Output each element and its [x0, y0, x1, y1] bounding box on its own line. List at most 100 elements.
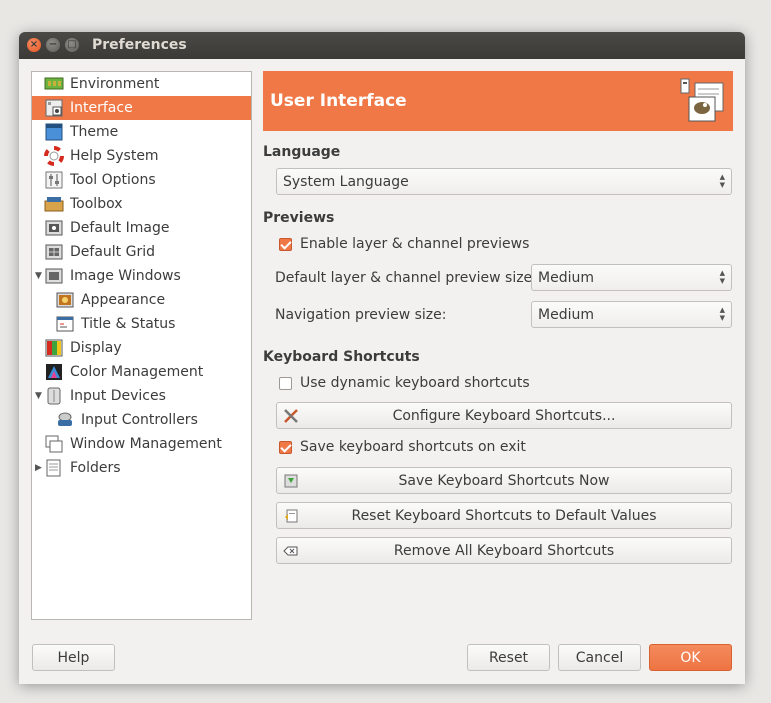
tool-options-icon — [45, 171, 63, 189]
sidebar-item-display[interactable]: Display — [32, 336, 251, 360]
sidebar-item-input-controllers[interactable]: Input Controllers — [32, 408, 251, 432]
reset-icon — [285, 509, 298, 523]
appearance-icon — [56, 292, 74, 308]
collapsed-arrow-icon[interactable]: ▶ — [35, 463, 42, 473]
select-arrows-icon: ▲ ▼ — [719, 173, 725, 189]
sidebar-item-input-devices[interactable]: ▼ Input Devices — [32, 384, 251, 408]
sidebar-item-label: Folders — [70, 460, 121, 476]
sidebar-item-label: Toolbox — [70, 196, 123, 212]
layer-preview-size-value: Medium — [538, 269, 594, 286]
remove-all-shortcuts-button[interactable]: Remove All Keyboard Shortcuts — [276, 537, 732, 564]
layer-preview-size-select[interactable]: Medium ▲ ▼ — [531, 264, 732, 291]
sidebar-item-label: Window Management — [70, 436, 222, 452]
sidebar-item-label: Tool Options — [70, 172, 156, 188]
save-icon — [284, 474, 298, 488]
ok-button[interactable]: OK — [649, 644, 732, 671]
save-shortcuts-now-button[interactable]: Save Keyboard Shortcuts Now — [276, 467, 732, 494]
display-icon — [45, 339, 63, 357]
checkbox-checked-icon[interactable] — [279, 440, 292, 454]
sidebar-item-label: Color Management — [70, 364, 204, 380]
dynamic-shortcuts-checkbox[interactable]: Use dynamic keyboard shortcuts — [279, 375, 530, 391]
reset-button-label: Reset — [488, 649, 529, 666]
help-button-label: Help — [57, 649, 90, 666]
save-on-exit-checkbox[interactable]: Save keyboard shortcuts on exit — [279, 439, 526, 455]
sidebar-item-theme[interactable]: Theme — [32, 120, 251, 144]
language-select-value: System Language — [283, 173, 409, 190]
page-title: User Interface — [270, 91, 407, 111]
sidebar-item-help-system[interactable]: Help System — [32, 144, 251, 168]
layer-preview-size-label: Default layer & channel preview size: — [275, 270, 537, 286]
sidebar-item-label: Appearance — [81, 292, 166, 308]
help-button[interactable]: Help — [32, 644, 115, 671]
sidebar-item-label: Input Controllers — [81, 412, 198, 428]
sidebar-item-title-status[interactable]: Title & Status — [32, 312, 251, 336]
checkbox-unchecked-icon[interactable] — [279, 376, 292, 390]
reset-shortcuts-button[interactable]: Reset Keyboard Shortcuts to Default Valu… — [276, 502, 732, 529]
reset-button[interactable]: Reset — [467, 644, 550, 671]
enable-previews-label: Enable layer & channel previews — [300, 236, 530, 252]
sidebar-item-label: Input Devices — [70, 388, 166, 404]
save-shortcuts-now-label: Save Keyboard Shortcuts Now — [398, 472, 610, 489]
expanded-arrow-icon[interactable]: ▼ — [35, 391, 42, 401]
titlebar[interactable]: × − □ Preferences — [19, 32, 745, 59]
keyboard-shortcuts-section-label: Keyboard Shortcuts — [263, 349, 420, 365]
sidebar-item-label: Environment — [70, 76, 160, 92]
tools-icon — [284, 409, 298, 423]
maximize-button[interactable]: □ — [65, 38, 79, 52]
navigation-preview-size-select[interactable]: Medium ▲ ▼ — [531, 301, 732, 328]
sidebar-item-label: Interface — [70, 100, 133, 116]
close-button[interactable]: × — [27, 38, 41, 52]
language-select[interactable]: System Language ▲ ▼ — [276, 168, 732, 195]
configure-shortcuts-label: Configure Keyboard Shortcuts... — [392, 407, 616, 424]
toolbox-icon — [44, 197, 64, 212]
sidebar-item-appearance[interactable]: Appearance — [32, 288, 251, 312]
sidebar-item-interface[interactable]: Interface — [32, 96, 251, 120]
sidebar-item-tool-options[interactable]: Tool Options — [32, 168, 251, 192]
environment-icon — [44, 77, 64, 90]
clear-icon — [283, 546, 298, 556]
sidebar-item-image-windows[interactable]: ▼ Image Windows — [32, 264, 251, 288]
previews-section-label: Previews — [263, 210, 335, 226]
dynamic-shortcuts-label: Use dynamic keyboard shortcuts — [300, 375, 530, 391]
enable-previews-checkbox[interactable]: Enable layer & channel previews — [279, 236, 529, 252]
title-status-icon — [56, 316, 74, 332]
default-image-icon — [45, 220, 63, 236]
minimize-button[interactable]: − — [46, 38, 60, 52]
sidebar-item-default-image[interactable]: Default Image — [32, 216, 251, 240]
select-arrows-icon: ▲ ▼ — [719, 306, 725, 322]
cancel-button[interactable]: Cancel — [558, 644, 641, 671]
color-management-icon — [46, 364, 62, 380]
sidebar-item-label: Image Windows — [70, 268, 181, 284]
sidebar-item-folders[interactable]: ▶ Folders — [32, 456, 251, 480]
navigation-preview-size-label: Navigation preview size: — [275, 307, 447, 323]
interface-icon — [45, 99, 63, 117]
sidebar-item-label: Help System — [70, 148, 159, 164]
page-header: User Interface — [263, 71, 733, 131]
preferences-dialog: × − □ Preferences Environment Interface … — [19, 32, 745, 684]
expanded-arrow-icon[interactable]: ▼ — [35, 271, 42, 281]
configure-shortcuts-button[interactable]: Configure Keyboard Shortcuts... — [276, 402, 732, 429]
sidebar-item-environment[interactable]: Environment — [32, 72, 251, 96]
sidebar-item-window-management[interactable]: Window Management — [32, 432, 251, 456]
sidebar-item-label: Title & Status — [81, 316, 176, 332]
window-title: Preferences — [92, 37, 187, 53]
reset-shortcuts-label: Reset Keyboard Shortcuts to Default Valu… — [351, 507, 657, 524]
image-windows-icon — [45, 268, 63, 284]
gimp-interface-icon — [680, 78, 724, 122]
input-controllers-icon — [58, 412, 72, 426]
folders-icon — [46, 459, 61, 477]
default-grid-icon — [45, 244, 63, 260]
navigation-preview-size-value: Medium — [538, 306, 594, 323]
save-on-exit-label: Save keyboard shortcuts on exit — [300, 439, 526, 455]
cancel-button-label: Cancel — [575, 649, 624, 666]
sidebar-item-toolbox[interactable]: Toolbox — [32, 192, 251, 216]
sidebar-item-label: Display — [70, 340, 122, 356]
sidebar-item-color-management[interactable]: Color Management — [32, 360, 251, 384]
sidebar-item-default-grid[interactable]: Default Grid — [32, 240, 251, 264]
help-system-icon — [44, 146, 64, 166]
preferences-category-list[interactable]: Environment Interface Theme Help System … — [31, 71, 252, 620]
checkbox-checked-icon[interactable] — [279, 237, 292, 251]
language-section-label: Language — [263, 144, 341, 160]
sidebar-item-label: Theme — [70, 124, 119, 140]
window-management-icon — [45, 435, 63, 453]
